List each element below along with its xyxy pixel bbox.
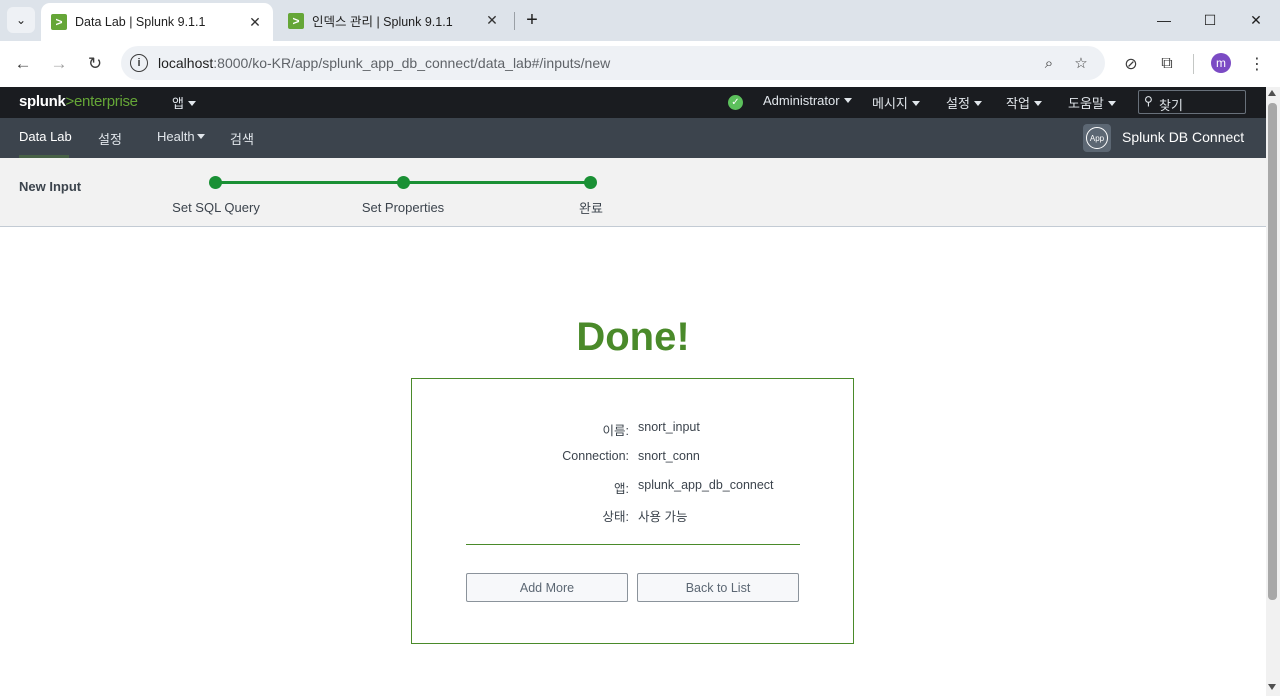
field-label: Connection: [562, 449, 629, 463]
caret-down-icon [196, 134, 205, 139]
maximize-icon[interactable]: ☐ [1187, 8, 1233, 32]
wizard-title: New Input [19, 179, 82, 194]
reload-icon[interactable]: ↻ [81, 50, 109, 78]
nav-settings[interactable]: 설정 [98, 129, 122, 148]
address-bar[interactable]: i localhost:8000/ko-KR/app/splunk_app_db… [121, 46, 1105, 80]
activity-menu-label: 작업 [1006, 96, 1030, 111]
settings-menu[interactable]: 설정 [946, 93, 982, 112]
user-menu-label: Administrator [763, 93, 840, 108]
wizard-step-dot [209, 176, 222, 189]
scroll-down-arrow-icon[interactable] [1268, 684, 1276, 690]
toolbar-divider [1193, 54, 1194, 74]
caret-down-icon [187, 101, 196, 106]
forward-arrow-icon[interactable]: → [45, 50, 73, 78]
zoom-icon[interactable]: ⌕ [1038, 52, 1060, 74]
main-content: Done! 이름: snort_input Connection: snort_… [0, 227, 1266, 696]
done-heading: Done! [576, 315, 690, 359]
browser-tab-index-management[interactable]: > 인덱스 관리 | Splunk 9.1.1 ✕ [278, 0, 510, 41]
field-value: snort_input [638, 420, 700, 434]
splunk-search-input[interactable]: ⚲ 찾기 [1138, 90, 1246, 114]
tab-search-chevron-down-icon[interactable]: ⌄ [7, 7, 35, 33]
tab-title: 인덱스 관리 | Splunk 9.1.1 [312, 15, 453, 29]
help-menu-label: 도움말 [1068, 96, 1104, 111]
tab-title: Data Lab | Splunk 9.1.1 [75, 15, 206, 29]
wizard-step-label: Set SQL Query [172, 200, 260, 215]
caret-down-icon [843, 98, 852, 103]
wizard-header: New Input Set SQL Query Set Properties 완… [0, 158, 1266, 227]
nav-health-label: Health [157, 129, 195, 144]
url-path: :8000/ko-KR/app/splunk_app_db_connect/da… [213, 55, 611, 71]
search-icon: ⚲ [1144, 94, 1153, 108]
messages-menu-label: 메시지 [872, 96, 908, 111]
nav-search[interactable]: 검색 [230, 129, 254, 148]
app-name: Splunk DB Connect [1122, 129, 1245, 145]
tab-divider [514, 12, 515, 30]
splunk-favicon-icon: > [51, 14, 67, 30]
caret-down-icon [911, 101, 920, 106]
logo-prefix: splunk [19, 93, 66, 110]
activity-menu[interactable]: 작업 [1006, 93, 1042, 112]
field-value: snort_conn [638, 449, 700, 463]
summary-panel: 이름: snort_input Connection: snort_conn 앱… [411, 378, 854, 644]
tab-close-icon[interactable]: ✕ [482, 11, 502, 31]
health-ok-check-icon[interactable]: ✓ [728, 95, 743, 110]
site-info-icon[interactable]: i [130, 54, 148, 72]
caret-down-icon [1033, 101, 1042, 106]
back-arrow-icon[interactable]: ← [9, 50, 37, 78]
field-label: 이름: [602, 424, 629, 438]
logo-gt: > [65, 93, 75, 110]
app-navbar: Data Lab 설정 Health 검색 App Splunk DB Conn… [0, 118, 1266, 158]
scroll-up-arrow-icon[interactable] [1268, 90, 1276, 96]
messages-menu[interactable]: 메시지 [872, 93, 920, 112]
apps-menu[interactable]: 앱 [172, 93, 196, 112]
field-value: 사용 가능 [638, 510, 688, 524]
tab-close-icon[interactable]: ✕ [245, 12, 265, 32]
summary-divider [466, 544, 800, 545]
wizard-step-label: Set Properties [361, 200, 445, 215]
extension-blocked-icon[interactable]: ⊘ [1118, 51, 1144, 77]
wizard-step-label: 완료 [579, 201, 603, 216]
caret-down-icon [973, 101, 982, 106]
url-text[interactable]: localhost:8000/ko-KR/app/splunk_app_db_c… [158, 55, 610, 71]
browser-tab-data-lab[interactable]: > Data Lab | Splunk 9.1.1 ✕ [41, 3, 273, 41]
browser-tabstrip: ⌄ > Data Lab | Splunk 9.1.1 ✕ > 인덱스 관리 |… [0, 0, 1280, 41]
profile-avatar[interactable]: m [1211, 53, 1231, 73]
apps-menu-label: 앱 [172, 96, 184, 111]
user-menu[interactable]: Administrator [763, 93, 852, 108]
nav-data-lab[interactable]: Data Lab [19, 129, 72, 144]
settings-menu-label: 설정 [946, 96, 970, 111]
scrollbar-thumb[interactable] [1268, 103, 1277, 600]
app-logo-text: App [1086, 127, 1108, 149]
splunk-logo[interactable]: splunk>enterprise [19, 93, 138, 110]
back-to-list-button[interactable]: Back to List [637, 573, 799, 602]
splunk-header: splunk>enterprise 앱 ✓ Administrator 메시지 … [0, 87, 1266, 118]
minimize-icon[interactable]: — [1141, 8, 1187, 32]
search-placeholder: 찾기 [1159, 98, 1183, 113]
help-menu[interactable]: 도움말 [1068, 93, 1116, 112]
wizard-step-dot [397, 176, 410, 189]
field-label: 상태: [602, 510, 629, 524]
field-label: 앱: [614, 482, 629, 496]
wizard-step-dot [584, 176, 597, 189]
add-more-button[interactable]: Add More [466, 573, 628, 602]
extensions-puzzle-icon[interactable]: ⧉ [1154, 51, 1180, 77]
browser-menu-kebab-icon[interactable]: ⋮ [1244, 51, 1270, 77]
window-close-icon[interactable]: ✕ [1233, 8, 1279, 32]
splunk-favicon-icon: > [288, 12, 304, 29]
app-logo-icon: App [1083, 124, 1111, 152]
caret-down-icon [1107, 101, 1116, 106]
new-tab-plus-icon[interactable]: + [520, 8, 544, 32]
url-host: localhost [158, 55, 214, 71]
browser-toolbar: ← → ↻ i localhost:8000/ko-KR/app/splunk_… [0, 41, 1280, 87]
nav-health[interactable]: Health [157, 129, 205, 144]
field-value: splunk_app_db_connect [638, 478, 774, 492]
bookmark-star-icon[interactable]: ☆ [1070, 52, 1092, 74]
logo-suffix: enterprise [74, 93, 138, 110]
